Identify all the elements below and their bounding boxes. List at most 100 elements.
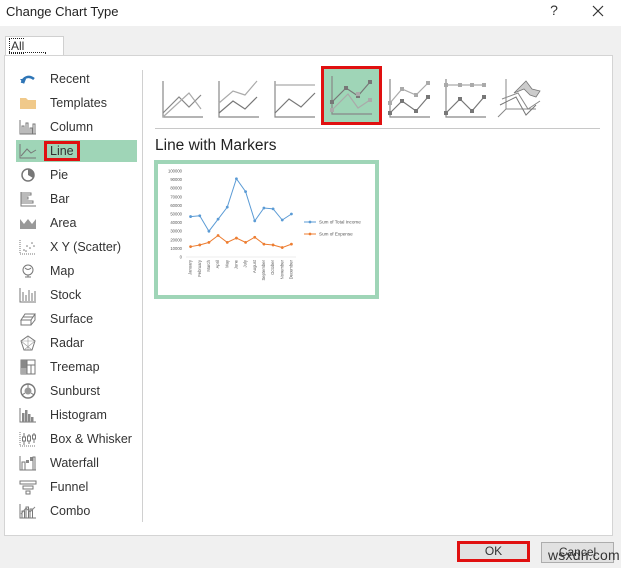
sidebar-item-templates[interactable]: Templates [16, 92, 137, 114]
preview-chart: 0 10000 20000 30000 40000 50000 60000 70000 8000… [168, 169, 361, 281]
sidebar-label: Map [50, 264, 75, 278]
pie-chart-icon [18, 166, 38, 184]
y-tick-label: 70000 [170, 194, 182, 199]
y-tick-label: 0 [180, 255, 183, 260]
bar-chart-icon [18, 190, 38, 208]
sidebar-divider [142, 70, 143, 522]
x-tick-label: February [197, 259, 202, 277]
data-point [262, 206, 266, 210]
sidebar-item-stock[interactable]: Stock [16, 284, 137, 306]
legend-label: Sum of Expense [319, 232, 353, 237]
title-bar: Change Chart Type ? [0, 0, 621, 26]
scatter-chart-icon [18, 238, 38, 256]
chart-preview[interactable]: 0 10000 20000 30000 40000 50000 60000 70000 8000… [154, 160, 379, 299]
data-point [198, 243, 202, 247]
data-point [244, 240, 247, 244]
subtype-line[interactable] [157, 75, 209, 127]
sidebar-label: Line [44, 141, 80, 161]
data-point [207, 229, 211, 233]
sidebar-item-pie[interactable]: Pie [16, 164, 137, 186]
data-point [290, 242, 293, 246]
area-chart-icon [18, 214, 38, 232]
subtype-line-with-markers[interactable] [321, 66, 382, 125]
sidebar-label: Waterfall [50, 456, 99, 470]
sidebar-item-funnel[interactable]: Funnel [16, 476, 137, 498]
x-tick-label: September [261, 259, 266, 280]
line-markers-subtype-icon [330, 76, 372, 115]
sidebar-label: Funnel [50, 480, 89, 494]
3d-line-subtype-icon [497, 79, 541, 118]
subtype-100-stacked-line[interactable] [269, 75, 321, 127]
stacked-line-markers-subtype-icon [388, 79, 430, 118]
box-whisker-icon [18, 430, 38, 448]
recent-icon [18, 70, 38, 88]
sidebar-item-combo[interactable]: Combo [16, 500, 137, 522]
sidebar-item-column[interactable]: Column [16, 116, 137, 138]
sidebar-item-treemap[interactable]: Treemap [16, 356, 137, 378]
sunburst-icon [18, 382, 38, 400]
x-tick-label: November [279, 259, 284, 279]
sidebar-label: Treemap [50, 360, 100, 374]
sidebar-item-line[interactable]: Line [16, 140, 137, 162]
y-tick-label: 30000 [170, 229, 182, 234]
sidebar-item-map[interactable]: Map [16, 260, 137, 282]
y-tick-label: 40000 [170, 220, 182, 225]
tab-all-charts[interactable]: All Charts [5, 36, 64, 68]
close-button[interactable] [588, 1, 608, 21]
histogram-icon [18, 406, 38, 424]
sidebar-item-histogram[interactable]: Histogram [16, 404, 137, 426]
data-point [244, 190, 247, 194]
line-subtype-icon [162, 81, 203, 118]
sidebar-label: Surface [50, 312, 94, 326]
x-tick-label: December [289, 259, 294, 279]
subtype-3d-line[interactable] [496, 75, 548, 127]
data-point [235, 236, 238, 240]
x-tick-label: March [206, 259, 211, 271]
series-line [190, 234, 292, 249]
sidebar-label: Recent [50, 72, 90, 86]
line-chart-icon [18, 142, 38, 160]
ok-button[interactable]: OK [457, 541, 530, 562]
sidebar-item-area[interactable]: Area [16, 212, 137, 234]
sidebar-label: Combo [50, 504, 91, 518]
help-button[interactable]: ? [546, 2, 562, 18]
data-point [189, 215, 192, 218]
data-point [271, 243, 275, 247]
y-tick-label: 80000 [170, 186, 182, 191]
subtype-stacked-line[interactable] [213, 75, 265, 127]
data-point [225, 205, 229, 209]
sidebar-item-waterfall[interactable]: Waterfall [16, 452, 137, 474]
data-point [271, 207, 275, 211]
sidebar-label: Templates [50, 96, 107, 110]
data-point [280, 246, 284, 249]
sidebar-item-bar[interactable]: Bar [16, 188, 137, 210]
y-tick-label: 90000 [170, 177, 182, 182]
data-point [207, 240, 211, 244]
data-point [290, 212, 293, 216]
y-tick-label: 60000 [170, 203, 182, 208]
sidebar-item-recent[interactable]: Recent [16, 68, 137, 90]
sidebar-label: Column [50, 120, 94, 134]
cancel-button[interactable]: Cancel [541, 542, 614, 563]
x-tick-label: April [215, 260, 220, 268]
x-tick-label: July [243, 259, 248, 267]
data-point [189, 245, 192, 249]
data-point [280, 218, 284, 222]
y-tick-label: 50000 [170, 212, 182, 217]
sidebar-item-radar[interactable]: Radar [16, 332, 137, 354]
sidebar-label: Bar [50, 192, 70, 206]
y-tick-label: 100000 [168, 169, 183, 174]
sidebar-item-surface[interactable]: Surface [16, 308, 137, 330]
subtype-stacked-line-with-markers[interactable] [384, 75, 436, 127]
stacked-line-subtype-icon [218, 80, 259, 118]
data-point [253, 235, 257, 239]
sidebar-item-scatter[interactable]: X Y (Scatter) [16, 236, 137, 258]
sidebar-label: Sunburst [50, 384, 101, 398]
close-icon [592, 5, 604, 17]
data-point [216, 217, 220, 221]
x-tick-label: June [234, 259, 239, 269]
sidebar-item-sunburst[interactable]: Sunburst [16, 380, 137, 402]
data-point [198, 214, 202, 218]
sidebar-item-box-whisker[interactable]: Box & Whisker [16, 428, 137, 450]
subtype-100-stacked-line-with-markers[interactable] [440, 75, 492, 127]
